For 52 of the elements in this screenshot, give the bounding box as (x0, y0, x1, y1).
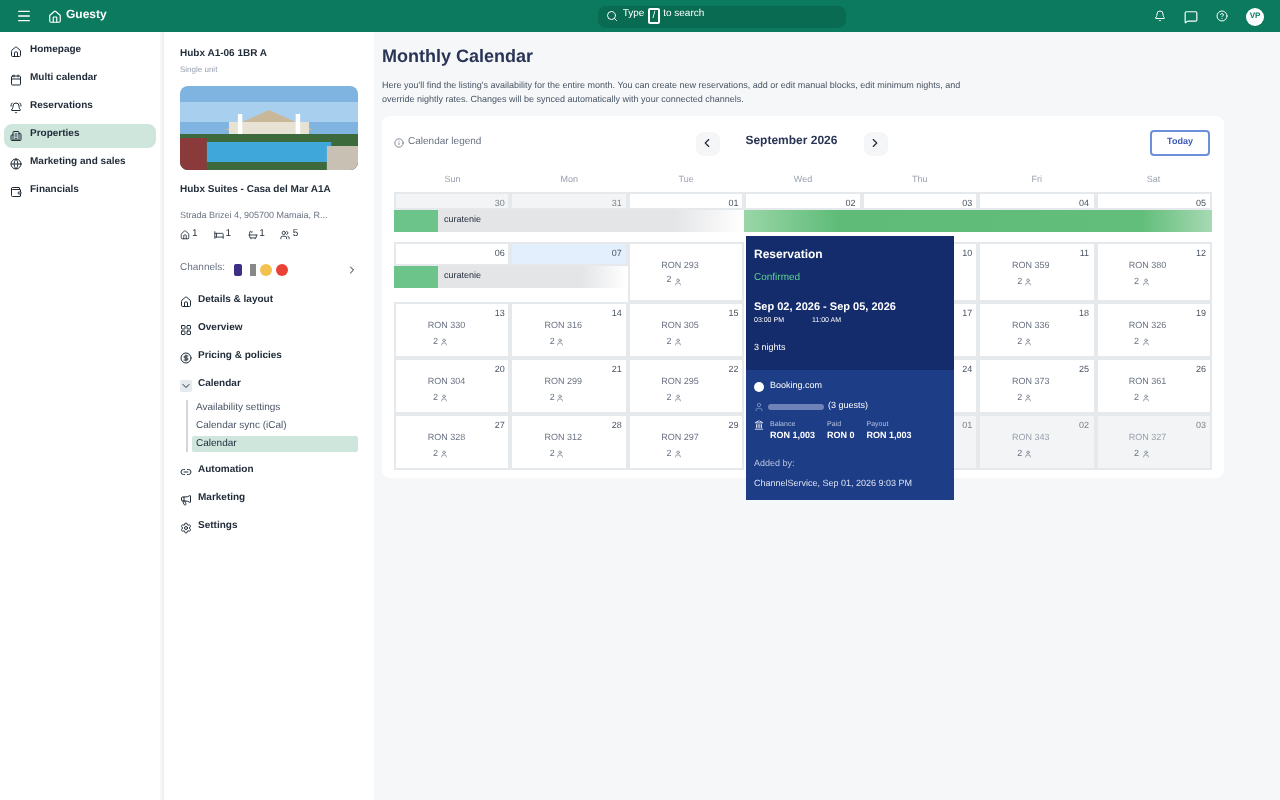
person-icon (439, 338, 448, 347)
globe-icon (10, 158, 22, 170)
wallet-icon (10, 186, 22, 198)
person-icon (1141, 278, 1150, 287)
bell-icon[interactable] (1154, 10, 1166, 22)
chevron-right-icon (868, 136, 883, 150)
chevron-right-icon[interactable] (346, 264, 358, 276)
house-icon (10, 46, 22, 58)
chat-icon[interactable] (1184, 9, 1198, 23)
settings-icon (180, 521, 192, 534)
person-icon (556, 450, 565, 459)
person-icon (1141, 394, 1150, 403)
person-icon (673, 450, 682, 459)
bank-icon (754, 419, 764, 430)
person-icon (1024, 394, 1033, 403)
next-month-button[interactable] (863, 131, 888, 155)
page-title: Monthly Calendar (382, 44, 536, 70)
person-icon (1141, 338, 1150, 347)
dollar-icon (180, 351, 192, 364)
channel-logos-drawing (233, 264, 290, 276)
person-icon (754, 401, 764, 412)
person-icon (556, 338, 565, 347)
person-icon (673, 394, 682, 403)
person-icon (439, 450, 448, 459)
previous-month-button[interactable] (695, 131, 720, 155)
channel-logo-icon (754, 382, 764, 393)
person-icon (1024, 278, 1033, 287)
help-icon[interactable] (1216, 10, 1228, 22)
person-icon (1024, 338, 1033, 347)
bed-icon (213, 230, 224, 240)
house-icon (180, 230, 190, 240)
building-icon (10, 130, 22, 142)
bell-icon (10, 102, 22, 114)
guest-name-blurred (768, 403, 824, 410)
megaphone-icon (180, 493, 192, 506)
house-icon (180, 295, 192, 308)
people-icon (280, 230, 291, 240)
person-icon (556, 394, 565, 403)
search-icon (606, 10, 619, 22)
grid-icon (180, 323, 192, 336)
chevron-down-icon (180, 379, 192, 392)
menu-icon[interactable] (16, 8, 32, 24)
person-icon (673, 338, 682, 347)
person-icon (1024, 450, 1033, 459)
person-icon (673, 277, 682, 286)
chevron-left-icon (700, 136, 715, 150)
info-icon (394, 138, 404, 148)
person-icon (1141, 450, 1150, 459)
person-icon (439, 394, 448, 403)
calendar-icon (10, 74, 22, 86)
link-icon (180, 465, 192, 478)
bath-icon (247, 230, 258, 240)
